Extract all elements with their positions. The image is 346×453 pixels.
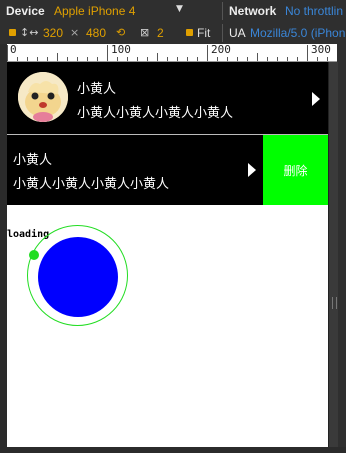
ruler-tick: [297, 57, 298, 61]
scrollbar-grip[interactable]: [332, 297, 337, 309]
devtools-toolbar: Device Apple iPhone 4 ▼ Network No throt…: [0, 0, 346, 44]
ruler-tick: [107, 45, 108, 61]
left-edge: [0, 44, 7, 453]
device-select[interactable]: Apple iPhone 4: [54, 4, 135, 18]
ruler-tick: [7, 45, 8, 61]
right-pane-edge: [337, 44, 346, 453]
item1-subtitle: 小黄人小黄人小黄人小黄人: [77, 106, 234, 121]
swap-dimensions-icon[interactable]: ⟲: [116, 26, 125, 39]
spinner-dot: [29, 250, 39, 260]
chevron-right-icon: [312, 92, 320, 106]
ruler-tick: [277, 57, 278, 61]
ruler-tick: [207, 45, 208, 61]
ua-label: UA: [229, 26, 246, 40]
width-input[interactable]: 320: [43, 26, 63, 40]
divider: [222, 24, 223, 42]
ruler-tick: [167, 57, 168, 61]
horizontal-ruler: 0 100 200 300: [7, 43, 337, 62]
ruler-tick: [127, 57, 128, 61]
ruler-tick: [17, 57, 18, 61]
ua-input[interactable]: Mozilla/5.0 (iPhon: [250, 26, 345, 40]
avatar: [18, 72, 68, 122]
bottom-edge: [0, 447, 346, 453]
ruler-tick: [237, 57, 238, 61]
emulate-resolution-checkbox[interactable]: [9, 29, 16, 36]
network-select[interactable]: No throttlin: [285, 4, 343, 18]
height-input[interactable]: 480: [86, 26, 106, 40]
ruler-tick: [187, 57, 188, 61]
list-item-2-swiped[interactable]: 小黄人 小黄人小黄人小黄人小黄人 删除: [7, 135, 328, 205]
fit-label: Fit: [197, 26, 211, 40]
ruler-tick: [77, 57, 78, 61]
ruler-tick: [67, 57, 68, 61]
ruler-tick: [217, 57, 218, 61]
ruler-tick: [257, 53, 258, 61]
ruler-tick: [197, 57, 198, 61]
devtools-row-dimensions: ↕↔ 320 × 480 ⟲ ⊠ 2 Fit UA Mozilla/5.0 (i…: [0, 22, 346, 44]
network-label: Network: [229, 4, 277, 18]
ruler-tick: [317, 57, 318, 61]
ruler-label-300: 300: [311, 43, 331, 56]
fit-checkbox[interactable]: [186, 29, 193, 36]
ruler-tick: [327, 57, 328, 61]
delete-button[interactable]: 删除: [263, 135, 328, 205]
ruler-tick: [177, 57, 178, 61]
item2-subtitle: 小黄人小黄人小黄人小黄人: [13, 177, 170, 192]
ruler-tick: [227, 57, 228, 61]
chevron-right-icon: [248, 163, 256, 177]
ruler-tick: [57, 53, 58, 61]
viewport-scrollbar[interactable]: [328, 62, 338, 447]
ruler-tick: [137, 57, 138, 61]
ruler-label-100: 100: [111, 43, 131, 56]
dpr-input[interactable]: 2: [157, 26, 164, 40]
ruler-label-200: 200: [211, 43, 231, 56]
ruler-tick: [147, 57, 148, 61]
ruler-tick: [47, 57, 48, 61]
ruler-tick: [87, 57, 88, 61]
ruler-tick: [247, 57, 248, 61]
ruler-label-0: 0: [10, 43, 17, 56]
ruler-tick: [287, 57, 288, 61]
ruler-tick: [307, 45, 308, 61]
times-sign: ×: [70, 26, 80, 39]
loading-spinner-area: loading: [7, 205, 328, 447]
list-item-1[interactable]: 小黄人 小黄人小黄人小黄人小黄人: [7, 62, 328, 134]
ruler-tick: [267, 57, 268, 61]
spinner-ball: [38, 237, 118, 317]
ruler-tick: [27, 57, 28, 61]
divider: [222, 2, 223, 20]
dpr-icon: ⊠: [140, 26, 150, 39]
ruler-tick: [157, 53, 158, 61]
device-viewport: 小黄人 小黄人小黄人小黄人小黄人 小黄人 小黄人小黄人小黄人小黄人 删除 loa…: [7, 62, 328, 447]
resize-icon: ↕↔: [20, 26, 39, 39]
devtools-row-device: Device Apple iPhone 4 ▼ Network No throt…: [0, 0, 346, 22]
ruler-tick: [117, 57, 118, 61]
ruler-tick: [97, 57, 98, 61]
chevron-down-icon[interactable]: ▼: [176, 4, 183, 14]
avatar-face-icon: [18, 72, 68, 122]
device-label: Device: [6, 4, 45, 18]
ruler-tick: [37, 57, 38, 61]
item2-title: 小黄人: [13, 153, 53, 168]
item1-title: 小黄人: [77, 82, 117, 97]
